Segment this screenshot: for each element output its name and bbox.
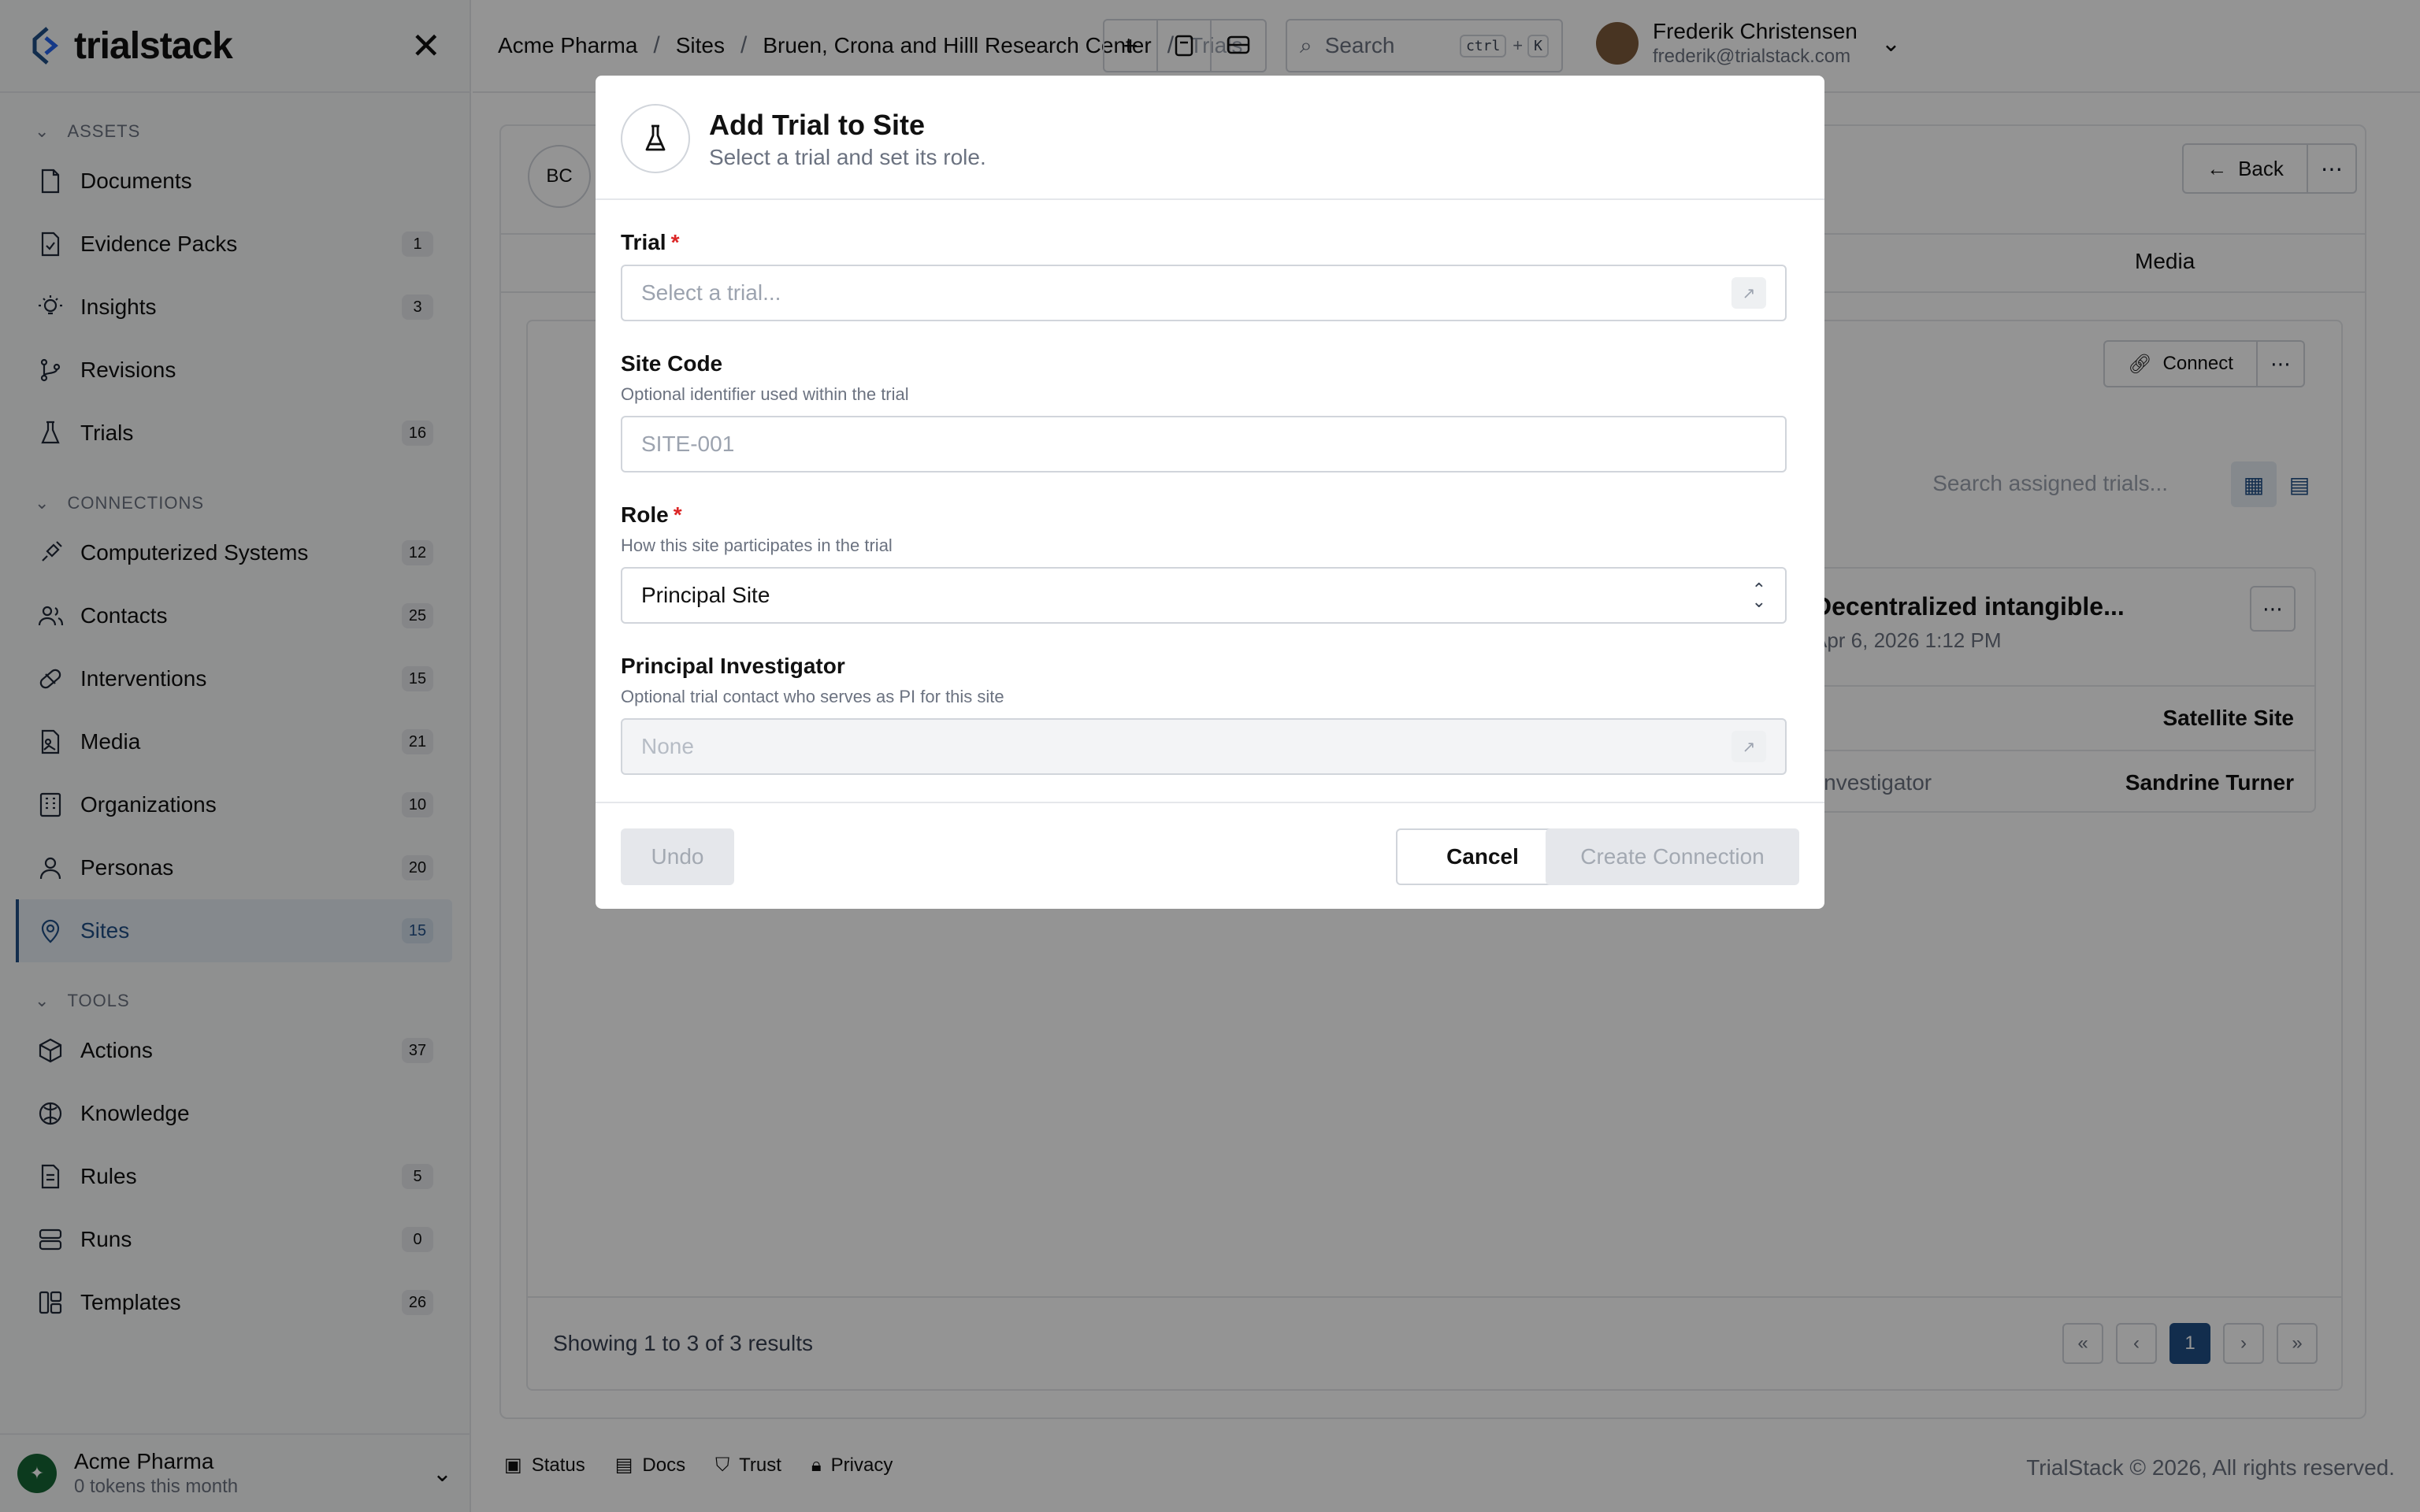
role-label-text: Role: [621, 502, 669, 527]
flask-icon: [621, 104, 690, 173]
open-external-icon[interactable]: ↗: [1731, 731, 1766, 762]
site-code-label: Site Code: [621, 351, 723, 376]
pi-value: None: [641, 734, 694, 758]
site-code-help: Optional identifier used within the tria…: [621, 384, 909, 404]
dialog-subtitle: Select a trial and set its role.: [709, 145, 986, 169]
create-connection-button[interactable]: Create Connection: [1546, 828, 1799, 885]
trial-select[interactable]: Select a trial... ↗: [621, 265, 1787, 321]
required-mark: *: [673, 502, 682, 527]
trial-placeholder: Select a trial...: [641, 280, 781, 305]
site-code-placeholder: SITE-001: [641, 432, 735, 456]
site-code-input[interactable]: SITE-001: [621, 416, 1787, 472]
open-external-icon[interactable]: ↗: [1731, 277, 1766, 309]
undo-button[interactable]: Undo: [621, 828, 734, 885]
trial-label-text: Trial: [621, 230, 666, 254]
chevron-up-down-icon: ⌃ ⌄: [1751, 579, 1766, 611]
dialog-header: Add Trial to Site Select a trial and set…: [596, 76, 1824, 200]
dialog-footer: Undo Cancel Create Connection: [596, 802, 1824, 909]
add-trial-dialog: Add Trial to Site Select a trial and set…: [596, 76, 1824, 909]
role-value: Principal Site: [641, 583, 770, 607]
required-mark: *: [670, 230, 680, 254]
dialog-title: Add Trial to Site: [709, 109, 926, 141]
pi-label: Principal Investigator: [621, 654, 845, 678]
pi-help: Optional trial contact who serves as PI …: [621, 687, 1004, 706]
trial-label: Trial *: [621, 230, 680, 255]
role-help: How this site participates in the trial: [621, 536, 893, 555]
role-select[interactable]: Principal Site ⌃ ⌄: [621, 567, 1787, 624]
role-label: Role *: [621, 502, 682, 528]
cancel-button[interactable]: Cancel: [1396, 828, 1569, 885]
pi-select[interactable]: None ↗: [621, 718, 1787, 775]
